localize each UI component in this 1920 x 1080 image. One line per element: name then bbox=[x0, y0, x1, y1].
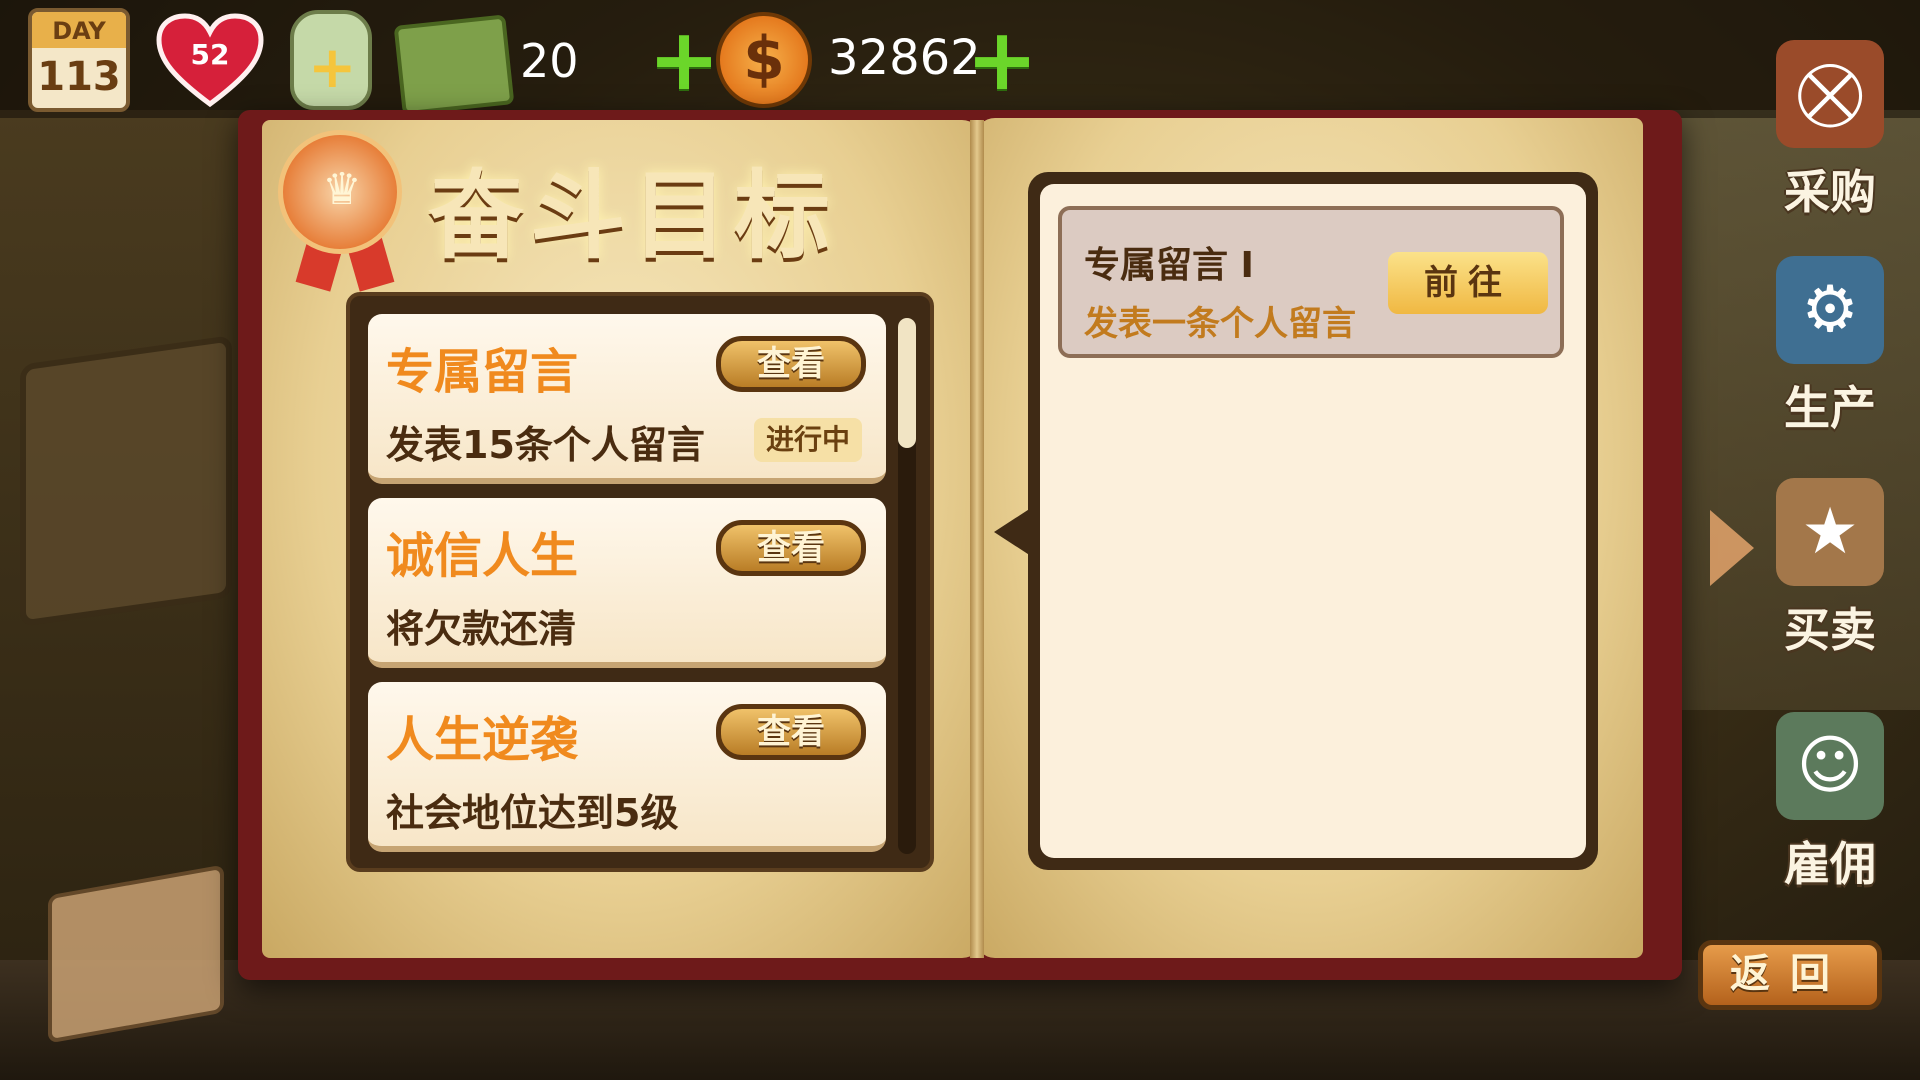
sidebar-item-produce[interactable]: ⚙ 生产 bbox=[1760, 256, 1900, 446]
task-title: 专属留言 bbox=[386, 344, 579, 400]
worker-icon: ☺ bbox=[1776, 712, 1884, 820]
go-button[interactable]: 前往 bbox=[1388, 252, 1548, 314]
task-item[interactable]: 人生逆袭 查看 社会地位达到5级 bbox=[368, 682, 886, 852]
add-cash-button[interactable]: + bbox=[648, 17, 720, 103]
back-button[interactable]: 返回 bbox=[1698, 940, 1882, 1010]
task-item[interactable]: 专属留言 查看 发表15条个人留言 进行中 bbox=[368, 314, 886, 484]
view-button[interactable]: 查看 bbox=[716, 520, 866, 576]
view-button[interactable]: 查看 bbox=[716, 336, 866, 392]
task-desc: 社会地位达到5级 bbox=[386, 791, 679, 835]
task-item[interactable]: 诚信人生 查看 将欠款还清 bbox=[368, 498, 886, 668]
subtask-title: 专属留言 I bbox=[1084, 245, 1254, 286]
task-title: 人生逆袭 bbox=[386, 712, 579, 768]
backpack-icon: ★ bbox=[1776, 478, 1884, 586]
subtask-desc: 发表一条个人留言 bbox=[1084, 304, 1356, 344]
cash-value: 20 bbox=[520, 34, 579, 88]
machine-icon: ⚙ bbox=[1776, 256, 1884, 364]
add-coins-button[interactable]: + bbox=[966, 17, 1038, 103]
task-desc: 将欠款还清 bbox=[386, 607, 577, 651]
task-list[interactable]: 专属留言 查看 发表15条个人留言 进行中 诚信人生 查看 将欠款还清 人生逆袭… bbox=[346, 292, 934, 872]
sidebar-item-label: 采购 bbox=[1784, 165, 1876, 219]
day-label: DAY bbox=[32, 12, 126, 48]
page-title: 奋斗目标 bbox=[428, 160, 836, 272]
sidebar-item-label: 生产 bbox=[1784, 381, 1876, 435]
sidebar-item-label: 雇佣 bbox=[1784, 837, 1876, 891]
status-badge: 进行中 bbox=[754, 418, 862, 462]
sidebar-item-hire[interactable]: ☺ 雇佣 bbox=[1760, 712, 1900, 902]
health-value: 52 bbox=[190, 38, 230, 71]
trophy-icon: ♛ bbox=[322, 164, 362, 215]
sidebar-item-purchase[interactable]: ⛒ 采购 bbox=[1760, 40, 1900, 230]
sidebar-item-trade[interactable]: ★ 买卖 bbox=[1760, 478, 1900, 668]
coin-icon: $ bbox=[716, 12, 812, 108]
basket-icon: ⛒ bbox=[1776, 40, 1884, 148]
cash-icon bbox=[393, 14, 515, 116]
tv-decoration bbox=[20, 335, 232, 627]
scrollbar-thumb[interactable] bbox=[898, 318, 916, 448]
day-calendar: DAY 113 bbox=[28, 8, 130, 112]
view-button[interactable]: 查看 bbox=[716, 704, 866, 760]
settings-box-icon[interactable] bbox=[48, 864, 224, 1044]
subtask-card: 专属留言 I 发表一条个人留言 前往 bbox=[1058, 206, 1564, 358]
task-desc: 发表15条个人留言 bbox=[386, 423, 705, 467]
chevron-right-icon[interactable] bbox=[1710, 510, 1754, 586]
coin-value: 32862 bbox=[828, 30, 981, 86]
sidebar-item-label: 买卖 bbox=[1784, 603, 1876, 657]
potion-icon[interactable]: + bbox=[290, 10, 372, 110]
book-spine bbox=[970, 120, 984, 958]
task-title: 诚信人生 bbox=[386, 528, 579, 584]
plus-icon: + bbox=[308, 33, 357, 101]
day-value: 113 bbox=[37, 54, 121, 100]
